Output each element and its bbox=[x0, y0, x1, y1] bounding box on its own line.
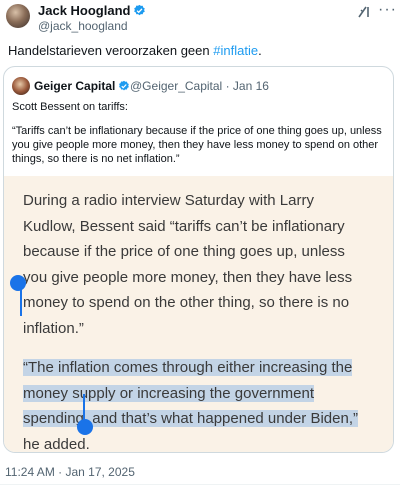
quoted-author-avatar[interactable] bbox=[12, 77, 30, 95]
verified-badge-icon bbox=[134, 4, 146, 16]
selection-start-handle[interactable] bbox=[10, 275, 26, 291]
quoted-author-handle[interactable]: @Geiger_Capital bbox=[130, 79, 222, 93]
article-line: because if the price of one thing goes u… bbox=[23, 243, 345, 260]
quoted-verified-badge-icon bbox=[119, 80, 130, 91]
highlighted-text: money supply or increasing the governmen… bbox=[23, 384, 314, 402]
tweet-timestamp[interactable]: 11:24 AM · Jan 17, 2025 bbox=[5, 465, 135, 480]
quoted-date: · Jan 16 bbox=[225, 79, 269, 93]
quoted-author-name[interactable]: Geiger Capital bbox=[34, 79, 115, 93]
author-avatar[interactable] bbox=[6, 4, 30, 28]
article-paragraph-1: During a radio interview Saturday with L… bbox=[23, 188, 383, 341]
selection-start-stem bbox=[20, 288, 22, 316]
quoted-quote-line: you give people more money, then they ha… bbox=[12, 139, 379, 151]
quoted-handle-date: @Geiger_Capital · Jan 16 bbox=[130, 79, 269, 94]
tweet-text-before: Handelstarieven veroorzaken geen bbox=[8, 43, 214, 58]
tweet-header: Jack Hoogland @jack_hoogland ··· bbox=[0, 0, 400, 40]
article-line: money to spend on the other thing, so th… bbox=[23, 294, 350, 311]
tweet-text: Handelstarieven veroorzaken geen #inflat… bbox=[8, 42, 262, 59]
article-line: Kudlow, Bessent said “tariffs can’t be i… bbox=[23, 217, 345, 235]
article-text: and that’s what happened under Biden,” bbox=[88, 410, 358, 427]
hashtag-link[interactable]: #inflatie bbox=[213, 43, 258, 58]
tweet-text-after: . bbox=[258, 43, 262, 58]
quoted-intro-text: Scott Bessent on tariffs: bbox=[12, 101, 128, 113]
selection-end-handle[interactable] bbox=[77, 419, 93, 435]
article-paragraph-2: “The inflation comes through either incr… bbox=[23, 355, 388, 453]
article-line: you give people more money, then they ha… bbox=[23, 268, 353, 286]
grok-icon[interactable] bbox=[356, 4, 372, 20]
selection-end-stem bbox=[83, 394, 85, 420]
quoted-tweet-card[interactable]: Geiger Capital @Geiger_Capital · Jan 16 … bbox=[3, 66, 394, 453]
article-text: he added. bbox=[23, 435, 90, 453]
highlighted-text: “The inflation comes through either incr… bbox=[23, 359, 353, 376]
article-screenshot[interactable]: During a radio interview Saturday with L… bbox=[4, 176, 393, 453]
quoted-author-name-row[interactable]: Geiger Capital bbox=[34, 79, 130, 94]
quoted-quote-line: “Tariffs can’t be inflationary because i… bbox=[12, 125, 382, 137]
quoted-quote-text: “Tariffs can’t be inflationary because i… bbox=[12, 124, 388, 166]
article-line: During a radio interview Saturday with L… bbox=[23, 192, 314, 209]
quoted-quote-line: things, so there is no net inflation.” bbox=[12, 153, 180, 165]
author-name[interactable]: Jack Hoogland bbox=[38, 3, 130, 18]
author-handle[interactable]: @jack_hoogland bbox=[38, 19, 128, 34]
more-options-icon[interactable]: ··· bbox=[378, 2, 396, 20]
article-line: inflation.” bbox=[23, 319, 84, 337]
author-name-row[interactable]: Jack Hoogland bbox=[38, 3, 146, 19]
